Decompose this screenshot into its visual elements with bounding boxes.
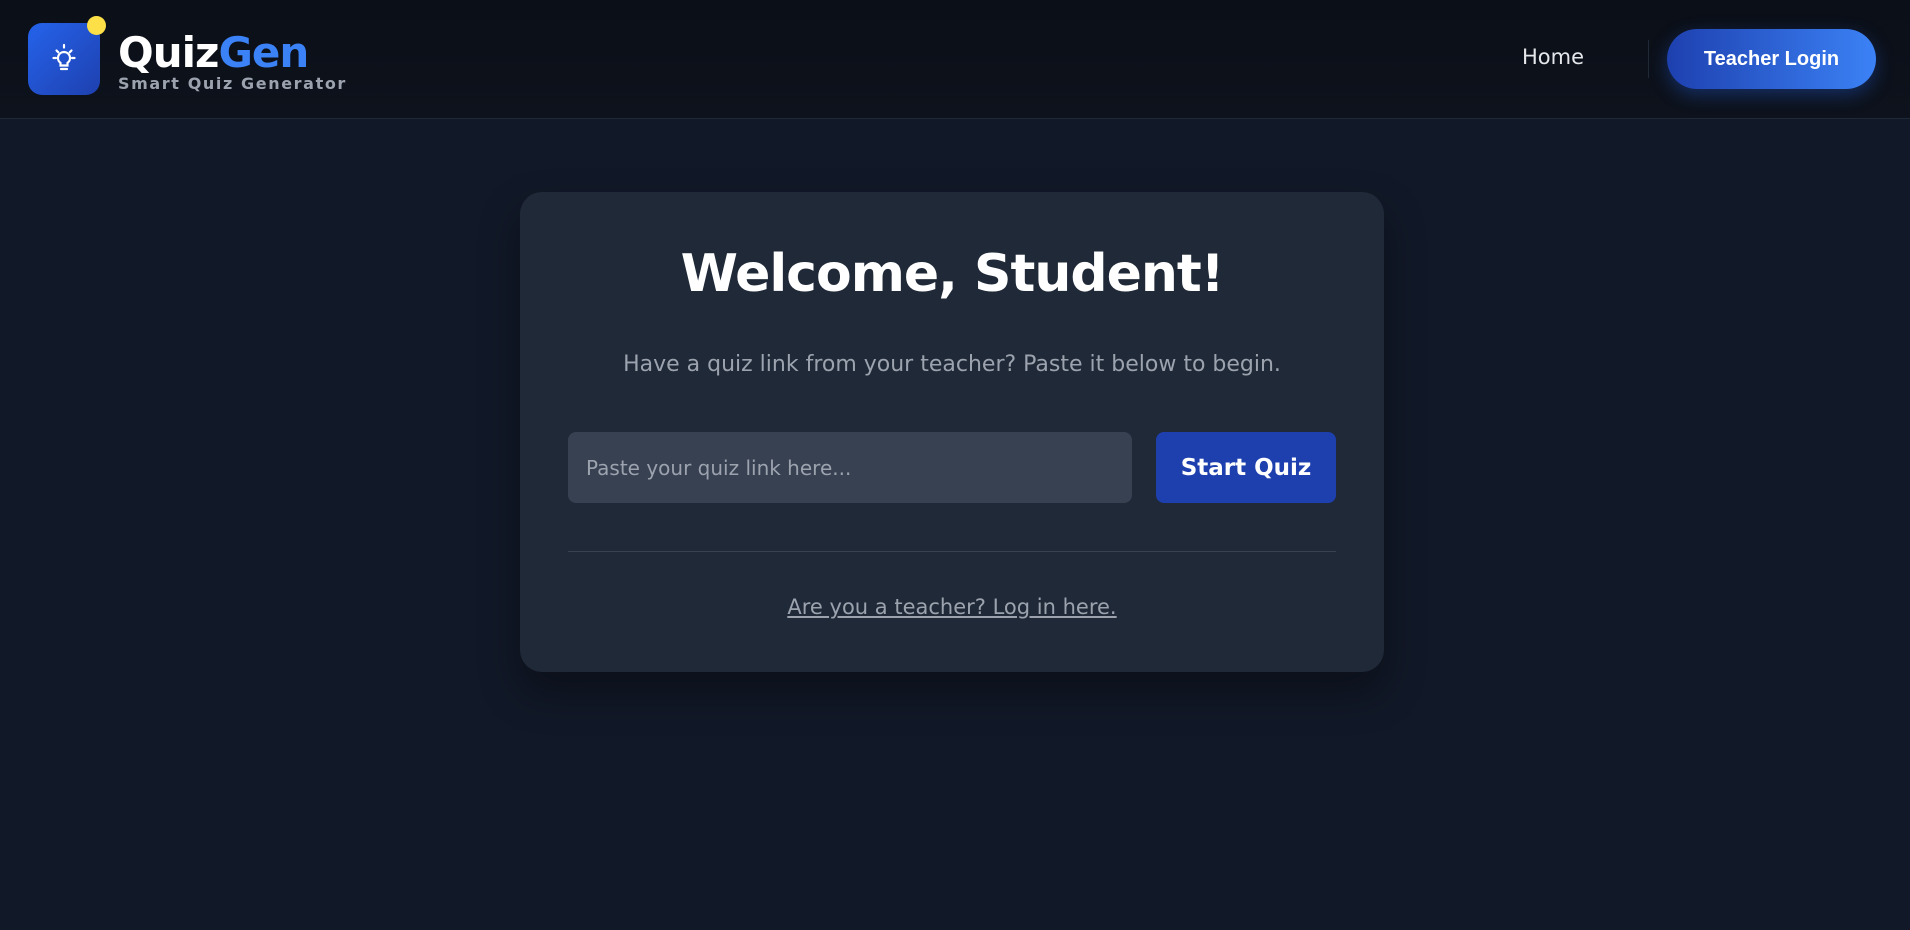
quiz-link-input[interactable] [568,432,1132,503]
brand-name: QuizGen [118,28,309,78]
divider [568,551,1336,552]
student-welcome-card: Welcome, Student! Have a quiz link from … [520,192,1384,672]
nav-divider [1648,40,1649,78]
start-quiz-button[interactable]: Start Quiz [1156,432,1336,503]
teacher-login-link-row: Are you a teacher? Log in here. [520,595,1384,619]
brand-name-part1: Quiz [118,28,219,77]
lightbulb-icon [52,43,76,71]
page-subtitle: Have a quiz link from your teacher? Past… [623,352,1281,377]
logo[interactable] [28,23,100,95]
top-navbar: QuizGen Smart Quiz Generator Home Teache… [0,0,1910,119]
notification-dot [87,16,106,35]
brand-tagline: Smart Quiz Generator [118,74,347,93]
page-title: Welcome, Student! [680,244,1225,304]
brand-name-part2: Gen [218,28,309,77]
nav-home-link[interactable]: Home [1522,45,1584,69]
teacher-login-button[interactable]: Teacher Login [1667,29,1876,89]
teacher-login-link[interactable]: Are you a teacher? Log in here. [787,595,1116,619]
